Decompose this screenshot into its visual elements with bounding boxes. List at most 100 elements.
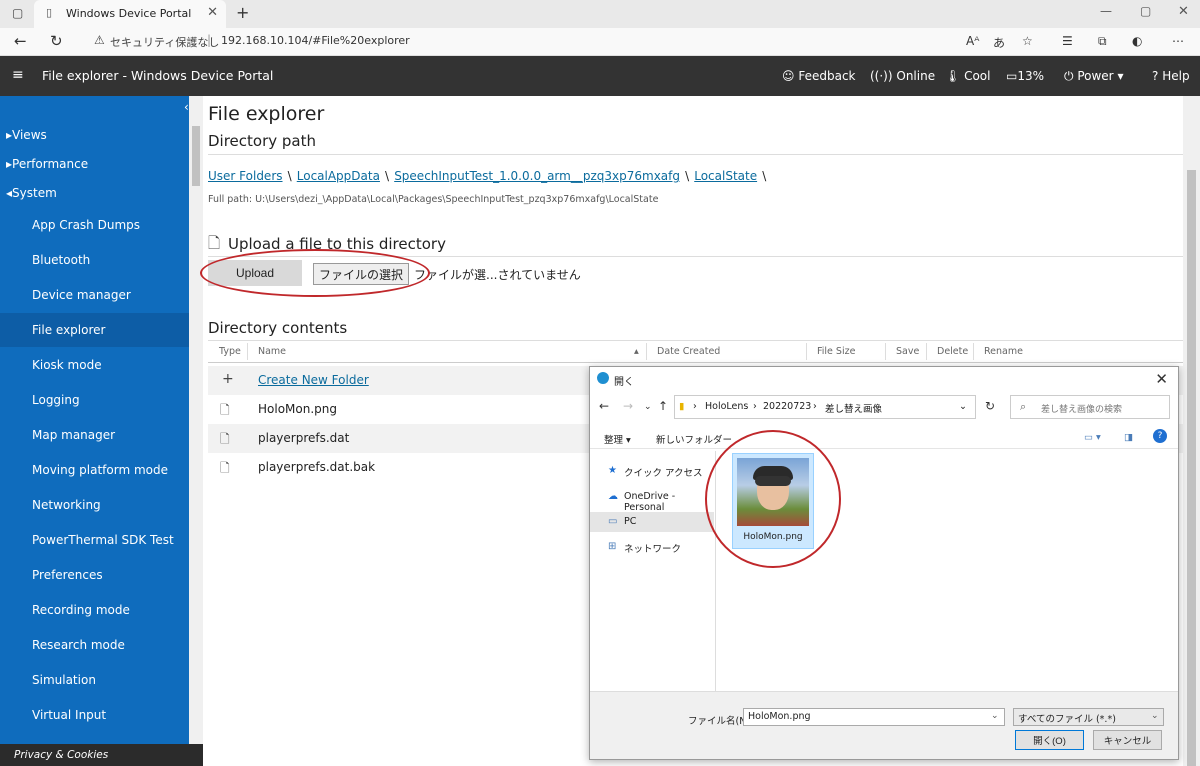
privacy-link[interactable]: Privacy & Cookies: [0, 744, 203, 766]
main-scrollbar[interactable]: [1183, 96, 1200, 766]
nav-quick-access[interactable]: ★ クイック アクセス: [590, 461, 714, 481]
chevron-down-icon[interactable]: ⌄: [644, 402, 652, 412]
scroll-thumb[interactable]: [1187, 170, 1196, 766]
read-aloud-icon[interactable]: Aᴬ: [966, 34, 979, 48]
tab-title: Windows Device Portal: [66, 7, 192, 20]
column-divider: [973, 343, 974, 360]
new-folder-button[interactable]: 新しいフォルダー: [656, 432, 732, 446]
online-status[interactable]: ((·)) Online: [870, 69, 935, 83]
sidebar-section-performance[interactable]: ▸Performance: [6, 157, 88, 171]
column-name[interactable]: Name: [258, 346, 286, 357]
minimize-icon[interactable]: —: [1100, 4, 1112, 18]
breadcrumb-localstate[interactable]: LocalState: [694, 169, 757, 183]
dialog-path-bar[interactable]: ▮ › HoloLens › 20220723 › 差し替え画像 ⌄: [674, 395, 976, 419]
up-icon[interactable]: ↑: [658, 399, 668, 413]
breadcrumb-user-folders[interactable]: User Folders: [208, 169, 283, 183]
file-name[interactable]: playerprefs.dat: [258, 431, 349, 445]
file-icon: 🗋: [220, 461, 230, 475]
path-segment[interactable]: HoloLens: [705, 401, 748, 412]
new-tab-icon[interactable]: +: [236, 3, 249, 22]
thermal-status[interactable]: 🌡 Cool: [945, 69, 990, 83]
sidebar-section-system[interactable]: ◂System: [6, 186, 57, 200]
file-name-input[interactable]: HoloMon.png: [743, 708, 1005, 726]
power-icon: ⏻: [1064, 69, 1074, 83]
refresh-icon[interactable]: ↻: [985, 399, 995, 413]
nav-label: クイック アクセス: [624, 468, 703, 479]
sidebar-item-powerthermal-sdk-test[interactable]: PowerThermal SDK Test: [0, 523, 189, 557]
battery-status[interactable]: ▭13%: [1006, 69, 1044, 83]
translate-icon[interactable]: あ: [993, 34, 1005, 51]
sidebar-item-file-explorer[interactable]: File explorer: [0, 313, 189, 347]
file-type-select[interactable]: すべてのファイル (*.*): [1013, 708, 1164, 726]
sidebar-item-logging[interactable]: Logging: [0, 383, 189, 417]
collections-icon[interactable]: ⧉: [1098, 34, 1107, 49]
network-icon: ⊞: [608, 541, 617, 552]
dialog-search-input[interactable]: ⌕ 差し替え画像の検索: [1010, 395, 1170, 419]
preview-pane-icon[interactable]: ◨: [1124, 432, 1133, 443]
column-date-created[interactable]: Date Created: [657, 346, 720, 357]
tab-actions-icon[interactable]: ▢: [12, 6, 23, 20]
sidebar-item-preferences[interactable]: Preferences: [0, 558, 189, 592]
sidebar-item-app-crash-dumps[interactable]: App Crash Dumps: [0, 208, 189, 242]
help-button[interactable]: ? Help: [1152, 69, 1190, 83]
sidebar-item-bluetooth[interactable]: Bluetooth: [0, 243, 189, 277]
page-header-title: File explorer - Windows Device Portal: [42, 68, 274, 83]
window-close-icon[interactable]: ✕: [1178, 4, 1189, 19]
path-segment[interactable]: 20220723: [763, 401, 811, 412]
warning-icon[interactable]: ⚠: [94, 33, 105, 47]
power-menu[interactable]: ⏻ Power ▾: [1064, 69, 1123, 84]
chevron-down-icon[interactable]: ⌄: [991, 711, 999, 721]
file-name[interactable]: playerprefs.dat.bak: [258, 460, 375, 474]
sidebar-item-moving-platform-mode[interactable]: Moving platform mode: [0, 453, 189, 487]
browser-tab[interactable]: ▯ Windows Device Portal ✕: [34, 0, 226, 28]
breadcrumb-package[interactable]: SpeechInputTest_1.0.0.0_arm__pzq3xp76mxa…: [394, 169, 680, 183]
refresh-icon[interactable]: ↻: [50, 32, 63, 50]
url-field[interactable]: 192.168.10.104/#File%20explorer: [221, 34, 410, 47]
file-name[interactable]: HoloMon.png: [258, 402, 337, 416]
chevron-down-icon[interactable]: ⌄: [959, 401, 967, 412]
breadcrumb-localappdata[interactable]: LocalAppData: [297, 169, 380, 183]
nav-pc[interactable]: ▭ PC: [590, 512, 714, 532]
cancel-button[interactable]: キャンセル: [1093, 730, 1162, 750]
sidebar-item-map-manager[interactable]: Map manager: [0, 418, 189, 452]
help-icon[interactable]: ?: [1153, 429, 1167, 443]
column-divider: [926, 343, 927, 360]
sidebar-scrollbar[interactable]: [189, 96, 203, 746]
sidebar-item-simulation[interactable]: Simulation: [0, 663, 189, 697]
cool-label: Cool: [964, 69, 991, 83]
tab-strip: ▢ ▯ Windows Device Portal ✕ + — ▢ ✕: [0, 0, 1200, 28]
sidebar-item-networking[interactable]: Networking: [0, 488, 189, 522]
dialog-title: 開く: [614, 377, 634, 388]
sidebar-section-views[interactable]: ▸Views: [6, 128, 47, 142]
organize-button[interactable]: 整理 ▾: [604, 432, 631, 446]
profile-icon[interactable]: ◐: [1132, 34, 1142, 48]
sidebar-item-device-manager[interactable]: Device manager: [0, 278, 189, 312]
feedback-button[interactable]: ☺ Feedback: [782, 69, 856, 83]
create-folder-link[interactable]: Create New Folder: [258, 373, 369, 387]
close-icon[interactable]: ✕: [1155, 370, 1168, 388]
sidebar-item-research-mode[interactable]: Research mode: [0, 628, 189, 662]
sidebar-item-virtual-input[interactable]: Virtual Input: [0, 698, 189, 732]
back-icon[interactable]: ←: [599, 399, 609, 413]
path-segment[interactable]: 差し替え画像: [825, 401, 882, 415]
favorite-add-icon[interactable]: ☆: [1022, 34, 1033, 48]
hamburger-menu-icon[interactable]: ≡: [12, 67, 24, 83]
sidebar-item-kiosk-mode[interactable]: Kiosk mode: [0, 348, 189, 382]
favorites-icon[interactable]: ☰: [1062, 34, 1073, 48]
security-warning[interactable]: セキュリティ保護なし: [110, 34, 219, 50]
nav-network[interactable]: ⊞ ネットワーク: [590, 537, 714, 557]
back-icon[interactable]: ←: [14, 32, 27, 50]
more-icon[interactable]: ⋯: [1172, 34, 1184, 48]
sidebar-item-recording-mode[interactable]: Recording mode: [0, 593, 189, 627]
open-file-dialog: 開く ✕ ← → ⌄ ↑ ▮ › HoloLens › 20220723 › 差…: [589, 366, 1179, 760]
chevron-down-icon[interactable]: ⌄: [1151, 711, 1159, 721]
open-button[interactable]: 開く(O): [1015, 730, 1084, 750]
column-file-size[interactable]: File Size: [817, 346, 855, 357]
scroll-thumb[interactable]: [192, 126, 200, 186]
column-divider: [247, 343, 248, 360]
view-options-icon[interactable]: ▭ ▾: [1084, 432, 1101, 443]
nav-onedrive[interactable]: ☁ OneDrive - Personal: [590, 487, 714, 513]
tab-close-icon[interactable]: ✕: [207, 5, 218, 20]
forward-icon[interactable]: →: [623, 399, 633, 413]
maximize-icon[interactable]: ▢: [1140, 4, 1151, 18]
